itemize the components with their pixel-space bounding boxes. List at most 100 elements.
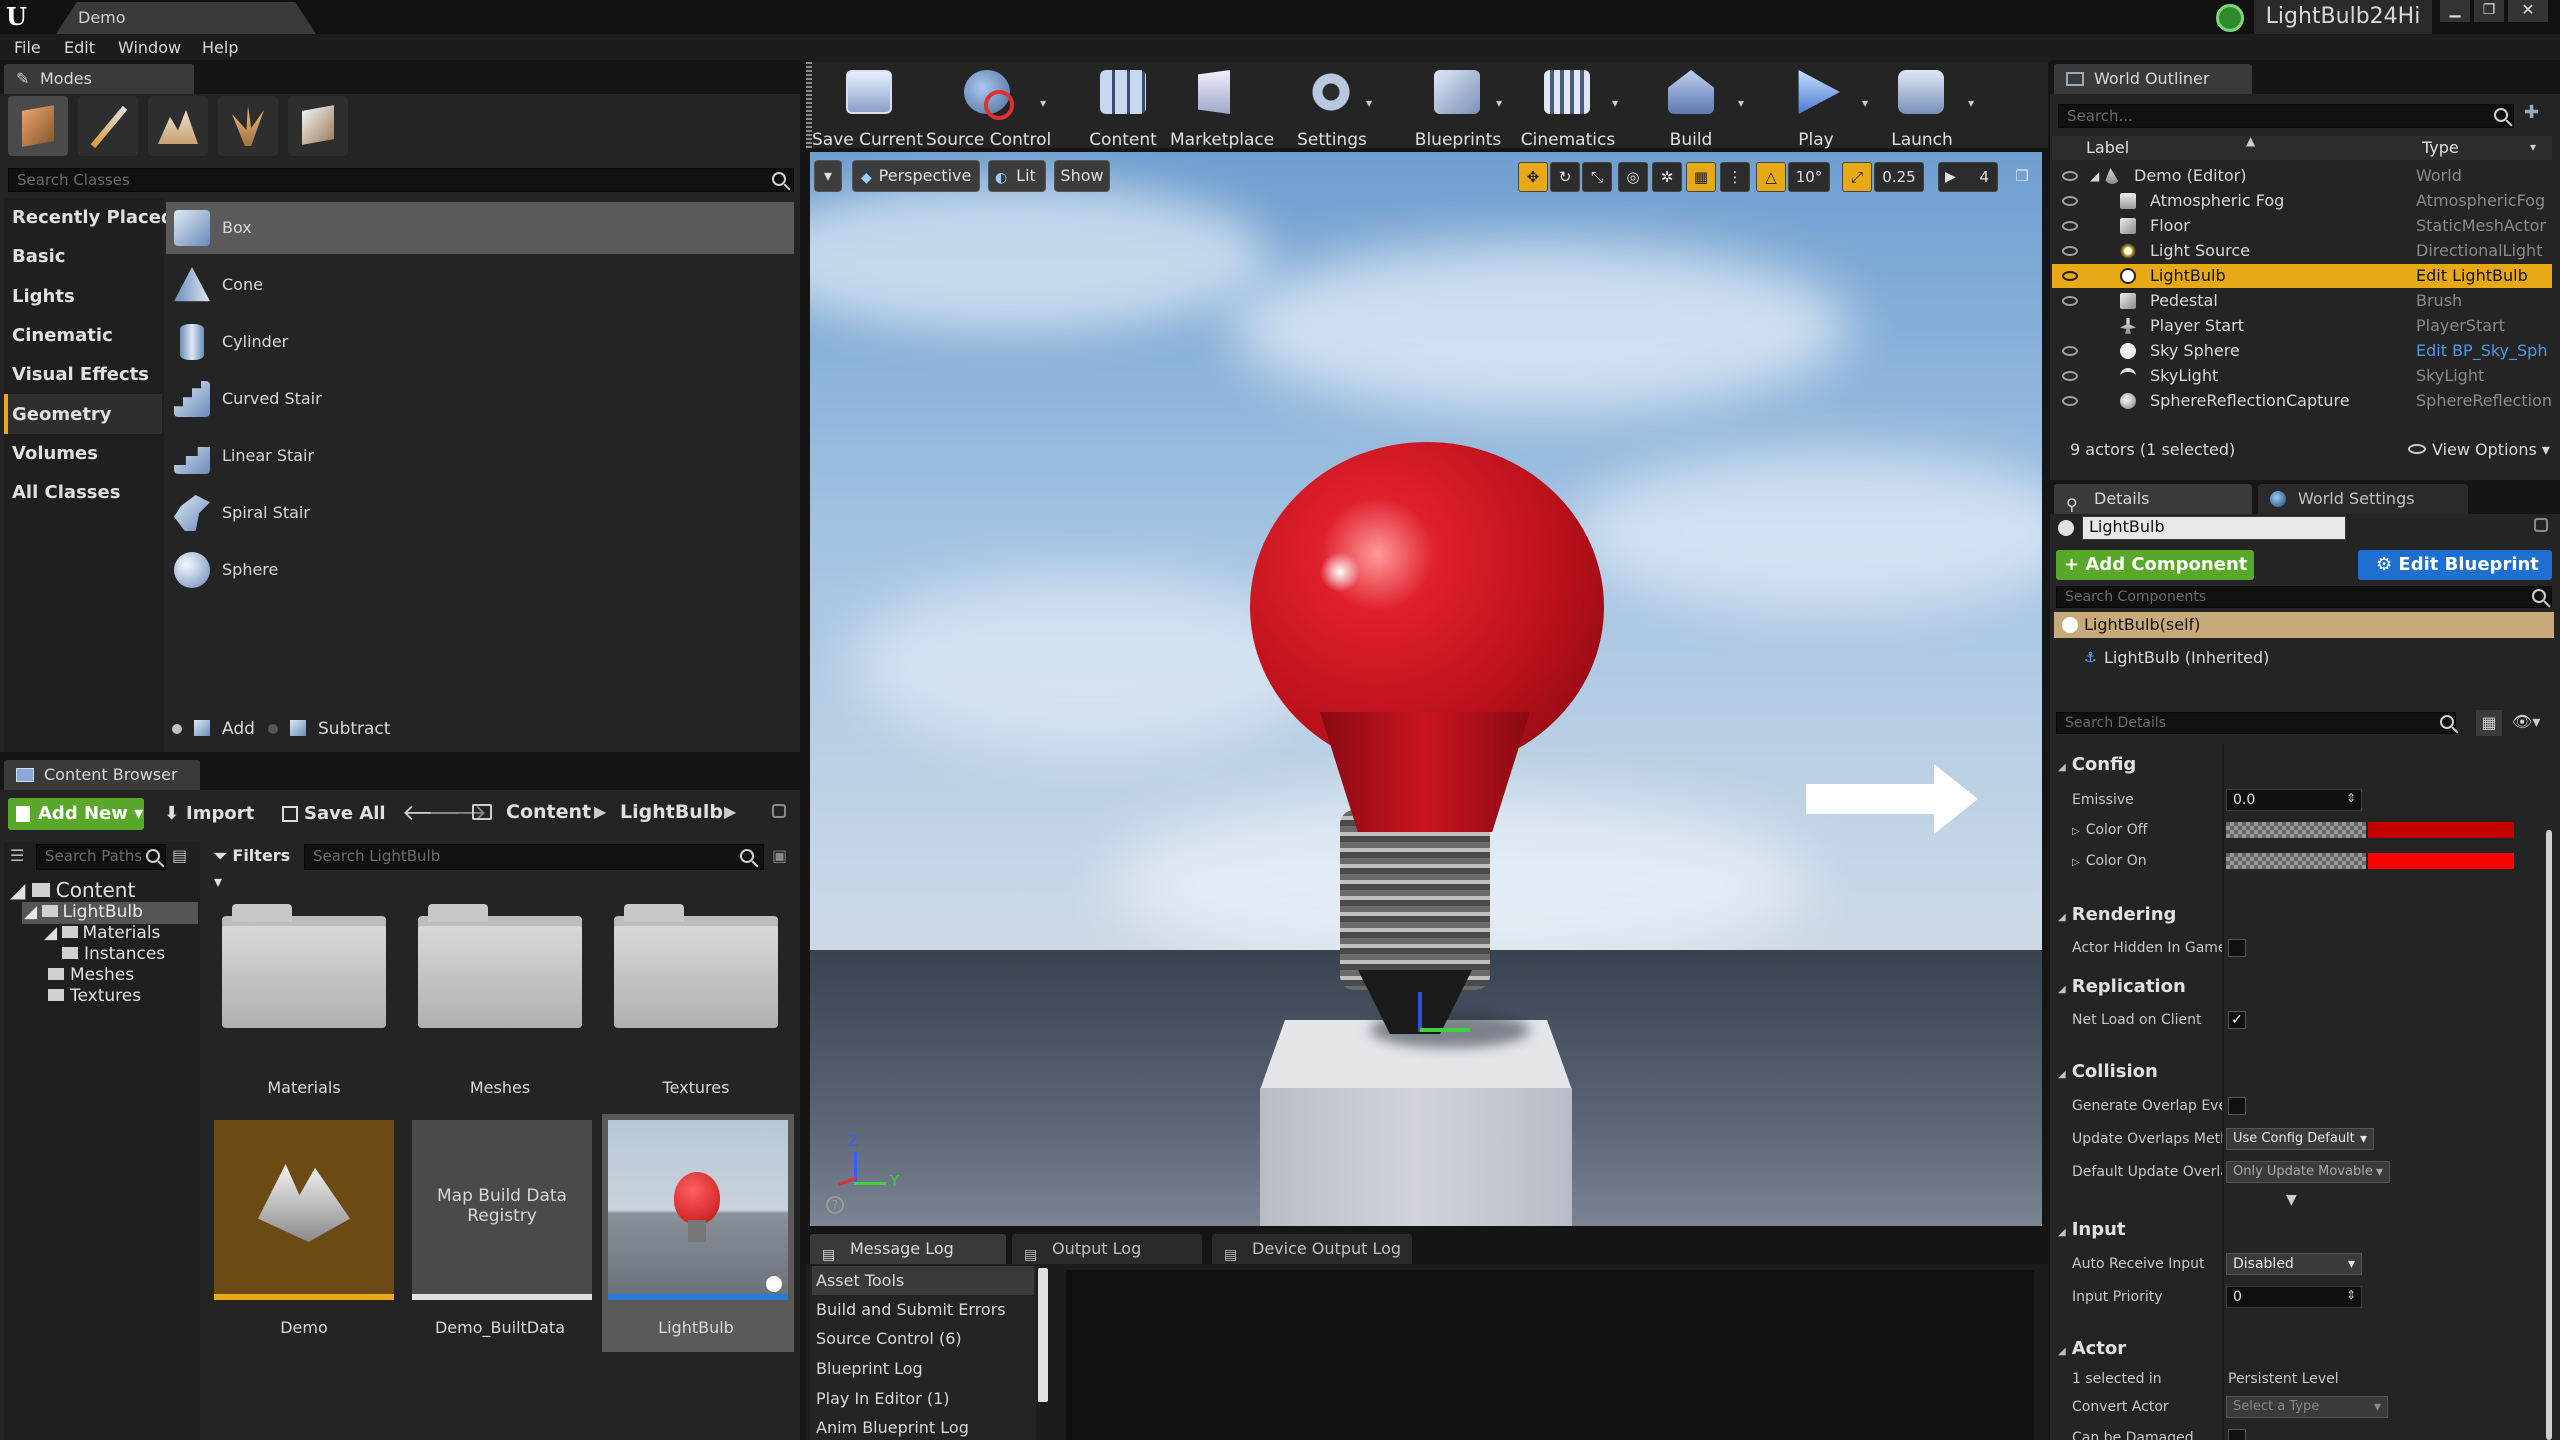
item-sphere[interactable]: Sphere (166, 544, 794, 596)
auto-receive-dropdown[interactable]: Disabled (2226, 1253, 2362, 1275)
category-all-classes[interactable]: All Classes (12, 482, 120, 503)
show-button[interactable]: Show (1054, 160, 1110, 192)
save-all-button[interactable]: Save All (278, 798, 400, 830)
maximize-button[interactable]: ❐ (2474, 0, 2504, 22)
tree-materials[interactable]: ◢ Materials (44, 923, 160, 943)
perspective-button[interactable]: ◆ Perspective (852, 160, 980, 192)
content-button[interactable]: Content (1088, 62, 1158, 150)
outliner-row-skylight[interactable]: SkyLight SkyLight (2052, 364, 2552, 388)
grid-size-icon[interactable]: ⋮ (1720, 162, 1750, 192)
update-overlaps-dropdown[interactable]: Use Config Default (2226, 1128, 2374, 1150)
build-button[interactable]: Build (1652, 62, 1730, 150)
edit-sky-sphere-link[interactable]: Edit BP_Sky_Sph (2416, 339, 2552, 363)
visibility-eye-icon[interactable] (2062, 171, 2078, 181)
help-icon[interactable]: ? (826, 1196, 844, 1214)
item-linear-stair[interactable]: Linear Stair (166, 430, 794, 482)
section-rendering[interactable]: Rendering (2058, 904, 2177, 925)
tree-instances[interactable]: Instances (62, 944, 165, 964)
outliner-search-input[interactable]: Search... (2058, 104, 2514, 128)
tab-message-log[interactable]: ▤ Message Log (810, 1234, 1006, 1264)
net-load-checkbox[interactable]: ✓ (2228, 1011, 2246, 1029)
spin-arrows-icon[interactable]: ⇕ (2346, 791, 2356, 805)
folder-materials[interactable] (222, 904, 386, 1028)
category-volumes[interactable]: Volumes (12, 443, 98, 464)
tree-lightbulb[interactable]: ◢ LightBulb (24, 902, 143, 922)
foliage-mode-button[interactable] (218, 96, 278, 156)
category-lights[interactable]: Lights (12, 286, 75, 307)
save-search-icon[interactable]: ▣ (772, 846, 787, 865)
details-view-options-icon[interactable]: 👁▾ (2512, 712, 2540, 731)
lock-icon[interactable] (772, 804, 786, 818)
visibility-eye-icon[interactable] (2062, 246, 2078, 256)
tree-content[interactable]: ◢ Content (10, 878, 135, 902)
source-control-dropdown-icon[interactable]: ▾ (1040, 96, 1046, 110)
col-label[interactable]: Label (2086, 138, 2129, 157)
search-components-input[interactable]: Search Components (2056, 586, 2552, 608)
expand-icon[interactable]: ◢ (2090, 164, 2099, 188)
section-actor[interactable]: Actor (2058, 1338, 2126, 1359)
breadcrumb-content[interactable]: Content (506, 801, 591, 823)
details-scrollbar[interactable] (2546, 830, 2552, 1440)
modes-tab[interactable]: ✎ Modes (4, 64, 194, 94)
can-be-damaged-checkbox[interactable] (2228, 1429, 2246, 1440)
place-mode-button[interactable] (8, 96, 68, 156)
col-type[interactable]: Type (2422, 138, 2459, 157)
log-category-asset-tools[interactable]: Asset Tools (812, 1266, 1034, 1295)
source-control-status-icon[interactable] (2216, 4, 2244, 32)
viewport-options-button[interactable]: ▾ (814, 160, 842, 192)
item-box[interactable]: Box (166, 202, 794, 254)
details-tab[interactable]: ⚲ Details (2054, 484, 2252, 514)
visibility-eye-icon[interactable] (2062, 346, 2078, 356)
build-dropdown-icon[interactable]: ▾ (1738, 96, 1744, 110)
convert-actor-dropdown[interactable]: Select a Type (2226, 1396, 2388, 1418)
log-category-anim-blueprint[interactable]: Anim Blueprint Log (812, 1413, 1034, 1440)
section-replication[interactable]: Replication (2058, 976, 2186, 997)
outliner-row-floor[interactable]: Floor StaticMeshActor (2052, 214, 2552, 238)
gizmo-z-axis[interactable] (1418, 992, 1422, 1032)
item-cone[interactable]: Cone (166, 259, 794, 311)
item-cylinder[interactable]: Cylinder (166, 316, 794, 368)
settings-dropdown-icon[interactable]: ▾ (1366, 96, 1372, 110)
save-current-button[interactable]: Save Current (812, 62, 923, 150)
close-button[interactable]: ✕ (2508, 0, 2548, 22)
log-scrollbar[interactable] (1038, 1268, 1048, 1402)
menu-help[interactable]: Help (202, 38, 238, 57)
edit-blueprint-button[interactable]: ⚙ Edit Blueprint ▾ (2358, 550, 2552, 605)
visibility-eye-icon[interactable] (2062, 371, 2078, 381)
scale-mode-icon[interactable]: ⤡ (1582, 162, 1612, 192)
rotation-snap-icon[interactable]: △ (1756, 162, 1786, 192)
breadcrumb-lightbulb[interactable]: LightBulb (620, 801, 723, 823)
maximize-viewport-icon[interactable]: ❐ (2010, 162, 2034, 192)
rotate-mode-icon[interactable]: ↻ (1550, 162, 1580, 192)
paths-toggle-icon[interactable]: ☰ (10, 846, 24, 865)
tab-device-output-log[interactable]: ▤ Device Output Log (1212, 1234, 1412, 1264)
world-local-icon[interactable]: ◎ (1618, 162, 1648, 192)
color-on-alpha-swatch[interactable] (2226, 853, 2366, 869)
input-priority-input[interactable]: 0 (2226, 1286, 2362, 1308)
grid-snap-icon[interactable]: ▦ (1686, 162, 1716, 192)
blueprints-dropdown-icon[interactable]: ▾ (1496, 96, 1502, 110)
view-options-button[interactable]: View Options ▾ (2406, 440, 2552, 460)
sources-toggle-icon[interactable]: ▤ (172, 846, 187, 865)
gizmo-y-axis[interactable] (1420, 1028, 1470, 1032)
outliner-row-lightbulb-selected[interactable]: LightBulb Edit LightBulb (2052, 264, 2552, 288)
outliner-row-pedestal[interactable]: Pedestal Brush (2052, 289, 2552, 313)
marketplace-button[interactable]: Marketplace (1170, 62, 1274, 150)
play-dropdown-icon[interactable]: ▾ (1862, 96, 1868, 110)
add-component-button[interactable]: + Add Component ▾ (2056, 550, 2254, 605)
section-input[interactable]: Input (2058, 1219, 2126, 1240)
rotation-snap-value[interactable]: 10° (1788, 162, 1830, 192)
section-config[interactable]: Config (2058, 754, 2137, 775)
details-lock-icon[interactable] (2534, 518, 2548, 532)
content-browser-tab[interactable]: Content Browser (4, 760, 200, 790)
spin-arrows-icon[interactable]: ⇕ (2346, 1288, 2356, 1302)
item-spiral-stair[interactable]: Spiral Stair (166, 487, 794, 539)
tree-meshes[interactable]: Meshes (48, 965, 134, 985)
filters-button[interactable]: ⏷ Filters ▾ (214, 843, 298, 891)
actor-name-input[interactable]: LightBulb (2082, 516, 2346, 540)
scale-snap-value[interactable]: 0.25 (1874, 162, 1924, 192)
world-settings-tab[interactable]: World Settings (2258, 484, 2468, 514)
emissive-input[interactable]: 0.0 (2226, 789, 2362, 811)
visibility-eye-icon[interactable] (2062, 196, 2078, 206)
color-off-swatch[interactable] (2368, 822, 2514, 838)
